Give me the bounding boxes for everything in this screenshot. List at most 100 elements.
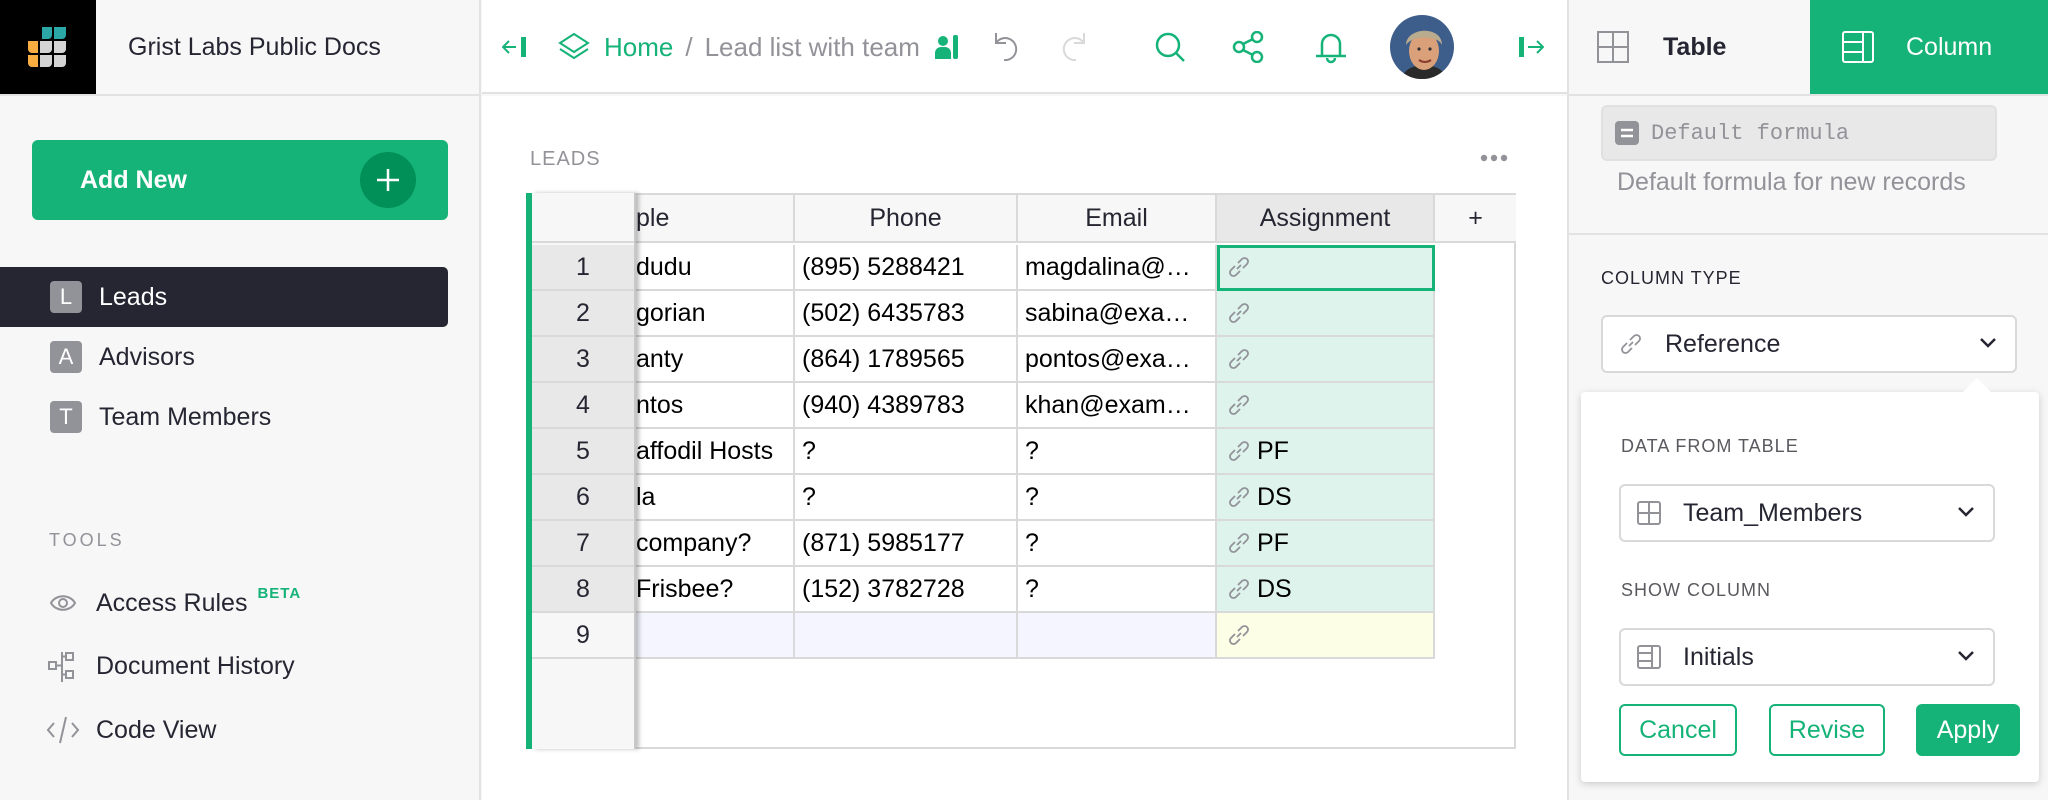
- section-title[interactable]: LEADS: [530, 148, 601, 171]
- expand-right-panel-button[interactable]: [1518, 0, 1544, 94]
- row-number[interactable]: 7: [532, 521, 634, 567]
- grid-cell-name[interactable]: anty: [636, 337, 795, 383]
- grid-cell-name[interactable]: la: [636, 475, 795, 521]
- row-number[interactable]: 4: [532, 383, 634, 429]
- grid-cell-phone[interactable]: (871) 5985177: [795, 521, 1018, 567]
- grid-cell-assignment[interactable]: PF: [1217, 521, 1435, 567]
- grid-cell-phone[interactable]: (152) 3782728: [795, 567, 1018, 613]
- column-type-select[interactable]: Reference: [1601, 315, 2017, 373]
- row-number[interactable]: 5: [532, 429, 634, 475]
- user-avatar[interactable]: [1390, 0, 1454, 94]
- grid-cell-email[interactable]: sabina@exa…: [1018, 291, 1217, 337]
- grid-cell-email[interactable]: ?: [1018, 475, 1217, 521]
- grid-cell-assignment[interactable]: [1217, 613, 1435, 659]
- grid-cell-email[interactable]: ?: [1018, 429, 1217, 475]
- row-number[interactable]: 2: [532, 291, 634, 337]
- undo-button[interactable]: [992, 0, 1024, 94]
- grid-cell-name[interactable]: affodil Hosts: [636, 429, 795, 475]
- tab-table-label: Table: [1663, 32, 1727, 61]
- share-button[interactable]: [1232, 0, 1264, 94]
- cancel-button[interactable]: Cancel: [1619, 704, 1737, 756]
- popup-arrow: [1963, 378, 1991, 392]
- add-column-button[interactable]: +: [1435, 193, 1516, 243]
- grid-cell-phone[interactable]: (895) 5288421: [795, 245, 1018, 291]
- grid-cell-assignment[interactable]: [1217, 291, 1435, 337]
- apply-button[interactable]: Apply: [1916, 704, 2020, 756]
- page-item-leads[interactable]: L Leads: [0, 267, 448, 327]
- tab-column[interactable]: Column: [1810, 0, 2048, 94]
- grid-cell-name[interactable]: company?: [636, 521, 795, 567]
- grid-cell-phone[interactable]: (940) 4389783: [795, 383, 1018, 429]
- show-column-select[interactable]: Initials: [1619, 628, 1995, 686]
- grist-logo[interactable]: [0, 0, 96, 94]
- grid-cell-email[interactable]: [1018, 613, 1217, 659]
- default-formula-hint: Default formula for new records: [1617, 168, 1966, 196]
- default-formula-input[interactable]: Default formula: [1601, 105, 1997, 161]
- grid-cell-assignment[interactable]: [1217, 337, 1435, 383]
- grid-cell-phone[interactable]: ?: [795, 429, 1018, 475]
- grid-cell-email[interactable]: ?: [1018, 521, 1217, 567]
- code-icon: [46, 715, 80, 745]
- grid-cell-assignment[interactable]: [1217, 245, 1435, 291]
- add-new-button[interactable]: Add New: [32, 140, 448, 220]
- grid-cell-name[interactable]: gorian: [636, 291, 795, 337]
- reference-link-icon: [1229, 395, 1249, 415]
- tool-label: Access Rules: [96, 588, 248, 617]
- reference-value: PF: [1257, 528, 1289, 557]
- row-number[interactable]: 3: [532, 337, 634, 383]
- collapse-left-panel-button[interactable]: [502, 0, 528, 94]
- grid-cell-email[interactable]: pontos@exa…: [1018, 337, 1217, 383]
- share-icon: [1232, 31, 1264, 63]
- grid-cell-phone[interactable]: (864) 1789565: [795, 337, 1018, 383]
- grid-cell-phone[interactable]: [795, 613, 1018, 659]
- grid-cell-name[interactable]: dudu: [636, 245, 795, 291]
- column-header-assignment-column[interactable]: Assignment: [1217, 193, 1435, 243]
- breadcrumb: Home / Lead list with team: [558, 0, 960, 94]
- row-number[interactable]: 9: [532, 613, 634, 659]
- eye-icon: [46, 593, 80, 613]
- page-label: Team Members: [99, 402, 272, 431]
- tool-label: Code View: [96, 715, 217, 744]
- column-header-email-column[interactable]: Email: [1018, 193, 1217, 243]
- breadcrumb-home-link[interactable]: Home: [604, 32, 673, 63]
- column-icon: [1635, 645, 1663, 669]
- column-header-phone-column[interactable]: Phone: [795, 193, 1018, 243]
- grid-cell-phone[interactable]: (502) 6435783: [795, 291, 1018, 337]
- divider: [1569, 233, 2048, 235]
- home-layers-icon: [558, 32, 590, 60]
- grid-cell-phone[interactable]: ?: [795, 475, 1018, 521]
- avatar-image: [1390, 15, 1454, 79]
- grid-cell-name[interactable]: [636, 613, 795, 659]
- tool-access-rules[interactable]: Access Rules BETA: [46, 578, 301, 628]
- redo-button[interactable]: [1056, 0, 1088, 94]
- tab-table[interactable]: Table: [1569, 0, 1810, 94]
- divider: [0, 94, 481, 96]
- page-item-team-members[interactable]: T Team Members: [0, 387, 448, 447]
- grid-cell-name[interactable]: Frisbee?: [636, 567, 795, 613]
- grid-cell-assignment[interactable]: [1217, 383, 1435, 429]
- grid-cell-email[interactable]: khan@exam…: [1018, 383, 1217, 429]
- tool-document-history[interactable]: Document History: [46, 641, 295, 691]
- tab-column-label: Column: [1906, 32, 1993, 61]
- notifications-button[interactable]: [1314, 0, 1348, 94]
- grid-cell-assignment[interactable]: DS: [1217, 567, 1435, 613]
- tool-code-view[interactable]: Code View: [46, 705, 216, 755]
- chevron-down-icon: [1979, 337, 1997, 349]
- grid-cell-email[interactable]: magdalina@…: [1018, 245, 1217, 291]
- org-name[interactable]: Grist Labs Public Docs: [128, 0, 381, 94]
- revise-button[interactable]: Revise: [1769, 704, 1885, 756]
- left-panel: Grist Labs Public Docs Add New L Leads A…: [0, 0, 481, 800]
- grid-cell-assignment[interactable]: DS: [1217, 475, 1435, 521]
- grid-cell-assignment[interactable]: PF: [1217, 429, 1435, 475]
- row-number[interactable]: 1: [532, 245, 634, 291]
- document-name[interactable]: Lead list with team: [705, 32, 920, 63]
- row-number[interactable]: 8: [532, 567, 634, 613]
- search-button[interactable]: [1154, 0, 1186, 94]
- row-number[interactable]: 6: [532, 475, 634, 521]
- page-item-advisors[interactable]: A Advisors: [0, 327, 448, 387]
- column-header-name-column[interactable]: ple: [636, 193, 795, 243]
- data-from-table-select[interactable]: Team_Members: [1619, 484, 1995, 542]
- grid-cell-email[interactable]: ?: [1018, 567, 1217, 613]
- section-menu-button[interactable]: [1480, 154, 1508, 162]
- grid-cell-name[interactable]: ntos: [636, 383, 795, 429]
